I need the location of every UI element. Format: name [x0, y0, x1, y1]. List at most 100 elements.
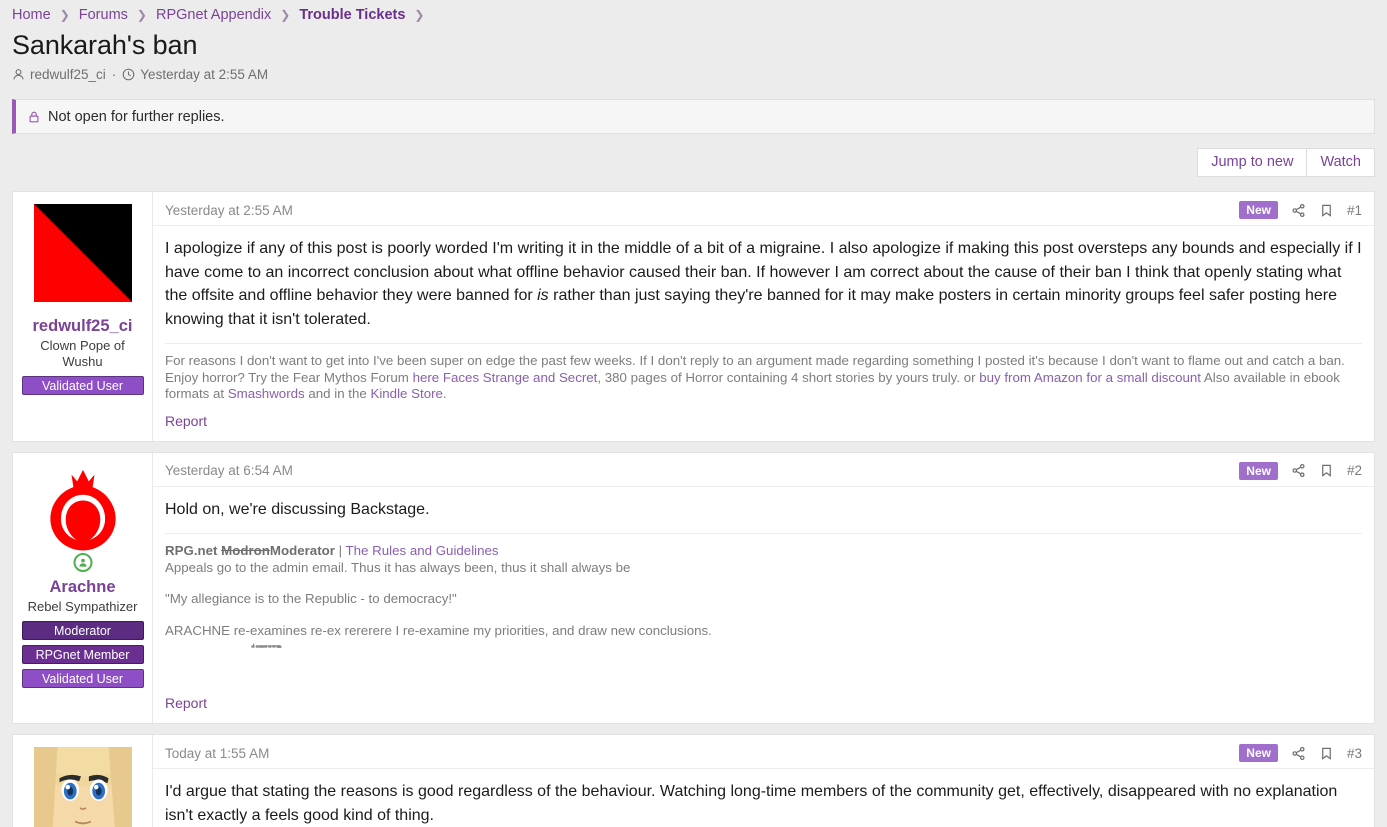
user-icon: [12, 68, 25, 81]
signature-link-amazon[interactable]: buy from Amazon for a small discount: [979, 370, 1201, 385]
post-text-lead: Hold on, we're discussing Backstage.: [165, 500, 430, 518]
signature-text: and in the: [304, 386, 371, 401]
signature-line: For reasons I don't want to get into I'v…: [165, 353, 1345, 368]
avatar[interactable]: [33, 747, 132, 827]
post-body: I apologize if any of this post is poorl…: [153, 226, 1374, 331]
user-badges: Validated User: [19, 376, 146, 395]
signature-text: |: [334, 543, 346, 558]
notice-text: Not open for further replies.: [48, 108, 225, 125]
post-text-emphasis: is: [537, 287, 549, 304]
signature-text: Enjoy horror? Try the Fear Mythos Forum: [165, 369, 413, 385]
avatar-wrapper[interactable]: [33, 747, 132, 827]
signature-glitch-text: ̡͙͓̬̖͓ͅ ͓̘͈̯̩͙̱ͅ ̖̺̭͇͔͉͓͙͈͖̳ ͈͙̥̫̗̹̩̱͈͓ͅ…: [253, 639, 284, 649]
user-badge-moderator: Moderator: [21, 620, 144, 640]
bookmark-icon[interactable]: [1319, 203, 1334, 218]
breadcrumb-item-rpgnet-appendix[interactable]: RPGnet Appendix: [156, 7, 271, 23]
thread-locked-notice: Not open for further replies.: [12, 99, 1375, 134]
clock-icon: [122, 68, 135, 81]
post-header: Yesterday at 2:55 AM New #1: [153, 192, 1374, 226]
post-number[interactable]: #1: [1347, 203, 1362, 218]
avatar[interactable]: [33, 204, 132, 302]
post-text-lead: I'd argue that stating the reasons is go…: [165, 783, 1338, 824]
signature-text: , 380 pages of Horror containing 4 short…: [597, 369, 980, 385]
breadcrumb-separator: ❯: [414, 8, 425, 22]
user-badge-validated-user: Validated User: [21, 376, 144, 395]
post-main: Yesterday at 6:54 AM New #2 Hold on, we'…: [153, 453, 1374, 724]
share-icon[interactable]: [1291, 463, 1306, 478]
avatar-wrapper[interactable]: [33, 204, 132, 302]
watch-button[interactable]: Watch: [1307, 148, 1375, 177]
online-status-indicator: [73, 552, 92, 572]
post-header: Today at 1:55 AM New #3: [153, 735, 1374, 769]
post-body: I'd argue that stating the reasons is go…: [153, 769, 1374, 827]
breadcrumb-separator: ❯: [136, 8, 147, 22]
signature-link-kindle[interactable]: Kindle Store: [370, 386, 442, 401]
report-link[interactable]: Report: [165, 413, 207, 429]
signature-link-here[interactable]: here: [413, 370, 440, 385]
user-badge-rpgnet-member: RPGnet Member: [21, 644, 144, 664]
post-number[interactable]: #3: [1347, 746, 1362, 761]
new-badge: New: [1239, 461, 1278, 480]
post-date[interactable]: Yesterday at 6:54 AM: [165, 463, 293, 478]
breadcrumb-item-home[interactable]: Home: [12, 7, 51, 23]
lock-icon: [27, 110, 41, 124]
post-author-title: Clown Pope of Wushu: [40, 338, 125, 369]
breadcrumb-separator: ❯: [280, 8, 291, 22]
post-author-name[interactable]: Arachne: [19, 578, 146, 597]
share-icon[interactable]: [1291, 746, 1306, 761]
post-body: Hold on, we're discussing Backstage.: [153, 487, 1374, 522]
thread-header: Sankarah's ban redwulf25_ci · Yesterday …: [0, 26, 1387, 82]
meta-separator: ·: [111, 67, 117, 82]
rebel-alliance-icon: [49, 469, 116, 550]
post-item: redwulf25_ci Clown Pope of Wushu Validat…: [12, 191, 1375, 442]
thread-actions: Jump to new Watch: [0, 148, 1375, 177]
post-footer: Report: [153, 403, 1374, 441]
post-author-sidebar: Cannonball Happily confused~ Validated U…: [13, 735, 153, 827]
avatar[interactable]: [33, 464, 132, 563]
bookmark-icon[interactable]: [1319, 746, 1334, 761]
jump-to-new-button[interactable]: Jump to new: [1197, 148, 1308, 177]
breadcrumb-separator: ❯: [59, 8, 70, 22]
new-badge: New: [1239, 201, 1278, 219]
share-icon[interactable]: [1291, 203, 1306, 218]
signature-text: RPG.net: [165, 543, 222, 558]
anime-portrait-icon: [33, 747, 132, 827]
post-item: Arachne Rebel Sympathizer Moderator RPGn…: [12, 451, 1375, 724]
thread-meta: redwulf25_ci · Yesterday at 2:55 AM: [12, 67, 1375, 82]
page-title: Sankarah's ban: [12, 30, 198, 60]
signature-line: "My allegiance is to the Republic - to d…: [165, 591, 457, 606]
post-footer: Report: [153, 685, 1374, 723]
user-badges: Moderator RPGnet Member Validated User: [19, 620, 146, 688]
post-list: redwulf25_ci Clown Pope of Wushu Validat…: [12, 191, 1375, 827]
new-badge: New: [1239, 744, 1278, 762]
breadcrumb-item-trouble-tickets[interactable]: Trouble Tickets: [299, 7, 405, 23]
avatar-wrapper[interactable]: [33, 464, 132, 572]
bookmark-icon[interactable]: [1319, 463, 1334, 478]
signature-line: RPG.net ModronModerator | The Rules and …: [165, 543, 1362, 560]
signature-link-faces[interactable]: Faces Strange and Secret: [443, 370, 597, 385]
thread-author[interactable]: redwulf25_ci: [30, 67, 106, 82]
report-link[interactable]: Report: [165, 695, 207, 711]
post-author-sidebar: Arachne Rebel Sympathizer Moderator RPGn…: [13, 452, 153, 723]
post-author-name[interactable]: redwulf25_ci: [19, 317, 146, 336]
thread-date[interactable]: Yesterday at 2:55 AM: [140, 67, 268, 82]
post-main: Today at 1:55 AM New #3 I'd argue that s…: [153, 735, 1374, 827]
post-date[interactable]: Today at 1:55 AM: [165, 746, 269, 761]
signature-link-smashwords[interactable]: Smashwords: [228, 386, 305, 401]
signature-strikethrough: Modron: [221, 543, 270, 558]
post-author-title: Rebel Sympathizer: [27, 598, 138, 614]
user-badge-validated-user: Validated User: [21, 668, 144, 688]
post-number[interactable]: #2: [1347, 463, 1362, 478]
signature-text: Moderator: [269, 543, 335, 558]
signature-line: Appeals go to the admin email. Thus it h…: [165, 559, 631, 575]
post-signature: RPG.net ModronModerator | The Rules and …: [165, 533, 1362, 685]
post-main: Yesterday at 2:55 AM New #1 I apologize …: [153, 192, 1374, 441]
post-item: Cannonball Happily confused~ Validated U…: [12, 734, 1375, 827]
post-header: Yesterday at 6:54 AM New #2: [153, 453, 1374, 487]
post-signature: For reasons I don't want to get into I'v…: [165, 343, 1362, 403]
breadcrumb-item-forums[interactable]: Forums: [79, 7, 128, 23]
signature-link-rules[interactable]: The Rules and Guidelines: [346, 543, 499, 558]
post-date[interactable]: Yesterday at 2:55 AM: [165, 203, 293, 218]
signature-line: Enjoy horror? Try the Fear Mythos Forum …: [165, 370, 1362, 403]
signature-text: .: [442, 386, 447, 401]
